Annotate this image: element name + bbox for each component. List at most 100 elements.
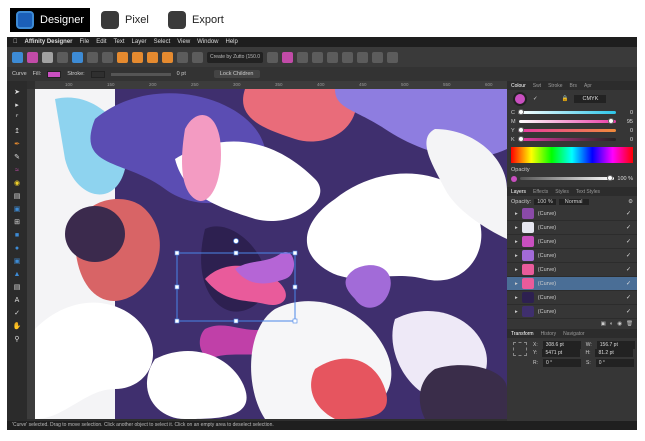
boolean-divide-button[interactable] (357, 51, 369, 63)
expand-icon[interactable]: ▸ (515, 309, 518, 315)
artistic-text-tool-icon[interactable]: A (12, 295, 22, 305)
visibility-check-icon[interactable]: ✓ (626, 224, 631, 231)
apple-icon[interactable]:  (13, 39, 18, 45)
visibility-check-icon[interactable]: ✓ (626, 238, 631, 245)
view-mode-button[interactable] (87, 51, 98, 63)
persona-export-tab[interactable]: Export (162, 8, 230, 32)
move-tool-icon[interactable]: ➤ (12, 87, 22, 97)
fill-stroke-selector[interactable] (513, 92, 527, 106)
c-slider[interactable] (517, 109, 616, 115)
group-button[interactable] (372, 51, 384, 63)
c-value[interactable]: 0 (619, 110, 633, 116)
m-value[interactable]: 95 (619, 119, 633, 125)
visibility-check-icon[interactable]: ✓ (626, 280, 631, 287)
menu-layer[interactable]: Layer (132, 39, 147, 45)
visibility-check-icon[interactable]: ✓ (626, 266, 631, 273)
y-value[interactable]: 0 (619, 128, 633, 134)
delete-layer-icon[interactable]: 🗑 (626, 321, 633, 327)
expand-icon[interactable]: ▸ (515, 295, 518, 301)
document-setup-button[interactable] (57, 51, 68, 63)
pixel-persona-button[interactable] (27, 51, 38, 63)
colour-slider-c[interactable]: C 0 (507, 108, 637, 117)
visibility-check-icon[interactable]: ✓ (626, 210, 631, 217)
menu-window[interactable]: Window (197, 39, 218, 45)
h-field[interactable]: 81.2 pt (595, 349, 634, 357)
tab-layers[interactable]: Layers (511, 189, 526, 195)
hand-tool-icon[interactable]: ✋ (12, 321, 22, 331)
tab-navigator[interactable]: Navigator (563, 331, 584, 337)
align-button[interactable] (192, 51, 203, 63)
m-slider[interactable] (518, 118, 616, 124)
snapping-button[interactable] (72, 51, 83, 63)
magnet-icon[interactable] (282, 51, 294, 63)
boolean-add-button[interactable] (297, 51, 309, 63)
persona-designer-tab[interactable]: Designer (10, 8, 91, 32)
mask-icon[interactable]: ◐ (610, 321, 613, 327)
corner-tool-icon[interactable]: ⌜ (12, 113, 22, 123)
stroke-width-value[interactable]: 0 pt (177, 71, 186, 77)
colour-slider-k[interactable]: K 0 (507, 135, 637, 144)
y-slider[interactable] (517, 127, 616, 133)
r-field[interactable]: 0 ° (543, 359, 581, 367)
y-field[interactable]: 5471 pt (542, 349, 581, 357)
snap-toggle-button[interactable] (267, 51, 279, 63)
point-transform-tool-icon[interactable]: ↥ (12, 126, 22, 136)
layer-row-selected[interactable]: ▸ (Curve) ✓ (507, 277, 637, 291)
tab-brushes[interactable]: Brs (570, 83, 578, 89)
menu-view[interactable]: View (177, 39, 190, 45)
anchor-selector[interactable] (513, 342, 527, 356)
expand-icon[interactable]: ▸ (515, 281, 518, 287)
rectangle-tool-icon[interactable]: ■ (12, 230, 22, 240)
designer-persona-button[interactable] (12, 51, 23, 63)
export-persona-button[interactable] (42, 51, 53, 63)
document-canvas[interactable] (35, 89, 507, 419)
tab-effects[interactable]: Effects (533, 189, 548, 195)
color-picker-tool-icon[interactable]: ✓ (12, 308, 22, 318)
opacity-value[interactable]: 100 % (617, 176, 633, 182)
expand-icon[interactable]: ▸ (515, 239, 518, 245)
ellipse-tool-icon[interactable]: ● (12, 243, 22, 253)
w-field[interactable]: 156.7 pt (596, 340, 635, 349)
transparency-tool-icon[interactable]: ▤ (12, 191, 22, 201)
visibility-check-icon[interactable]: ✓ (626, 308, 631, 315)
visibility-check-icon[interactable]: ✓ (626, 294, 631, 301)
menu-select[interactable]: Select (154, 39, 171, 45)
colour-model-select[interactable]: CMYK (574, 95, 607, 103)
menu-text[interactable]: Text (114, 39, 125, 45)
order-back-button[interactable] (117, 51, 128, 63)
layer-row[interactable]: ▸ (Curve) ✓ (507, 207, 637, 221)
x-field[interactable]: 308.6 pt (542, 340, 581, 349)
tab-swatches[interactable]: Swt (533, 83, 541, 89)
colour-spectrum[interactable] (511, 147, 633, 163)
layer-row[interactable]: ▸ (Curve) ✓ (507, 221, 637, 235)
colour-slider-y[interactable]: Y 0 (507, 126, 637, 135)
expand-icon[interactable]: ▸ (515, 267, 518, 273)
rounded-rectangle-tool-icon[interactable]: ▣ (12, 256, 22, 266)
layer-row[interactable]: ▸ (Curve) ✓ (507, 263, 637, 277)
menu-help[interactable]: Help (226, 39, 238, 45)
adjustment-icon[interactable]: ◉ (617, 321, 622, 327)
pencil-tool-icon[interactable]: ✎ (12, 152, 22, 162)
fill-swatch[interactable] (47, 70, 62, 78)
layer-row[interactable]: ▸ (Curve) ✓ (507, 235, 637, 249)
add-layer-icon[interactable]: ▣ (601, 321, 606, 327)
k-slider[interactable] (517, 136, 616, 142)
pen-tool-icon[interactable]: ✒ (12, 139, 22, 149)
order-front-button[interactable] (147, 51, 158, 63)
tab-colour[interactable]: Colour (511, 83, 526, 89)
menu-file[interactable]: File (80, 39, 90, 45)
zoom-tool-icon[interactable]: ⚲ (12, 334, 22, 344)
tab-appearance[interactable]: Apr (584, 83, 592, 89)
opacity-row[interactable]: 100 % (507, 174, 637, 183)
pixel-view-button[interactable] (102, 51, 113, 63)
node-tool-icon[interactable]: ▸ (12, 100, 22, 110)
layer-opacity-value[interactable]: 100 % (534, 198, 556, 205)
settings-gear-icon[interactable]: ⚙ (628, 199, 633, 205)
boolean-xor-button[interactable] (342, 51, 354, 63)
layer-row[interactable]: ▸ (Curve) ✓ (507, 305, 637, 319)
insert-inside-button[interactable] (387, 51, 399, 63)
expand-icon[interactable]: ▸ (515, 253, 518, 259)
opacity-slider[interactable] (520, 175, 615, 181)
visibility-check-icon[interactable]: ✓ (626, 252, 631, 259)
boolean-intersect-button[interactable] (327, 51, 339, 63)
